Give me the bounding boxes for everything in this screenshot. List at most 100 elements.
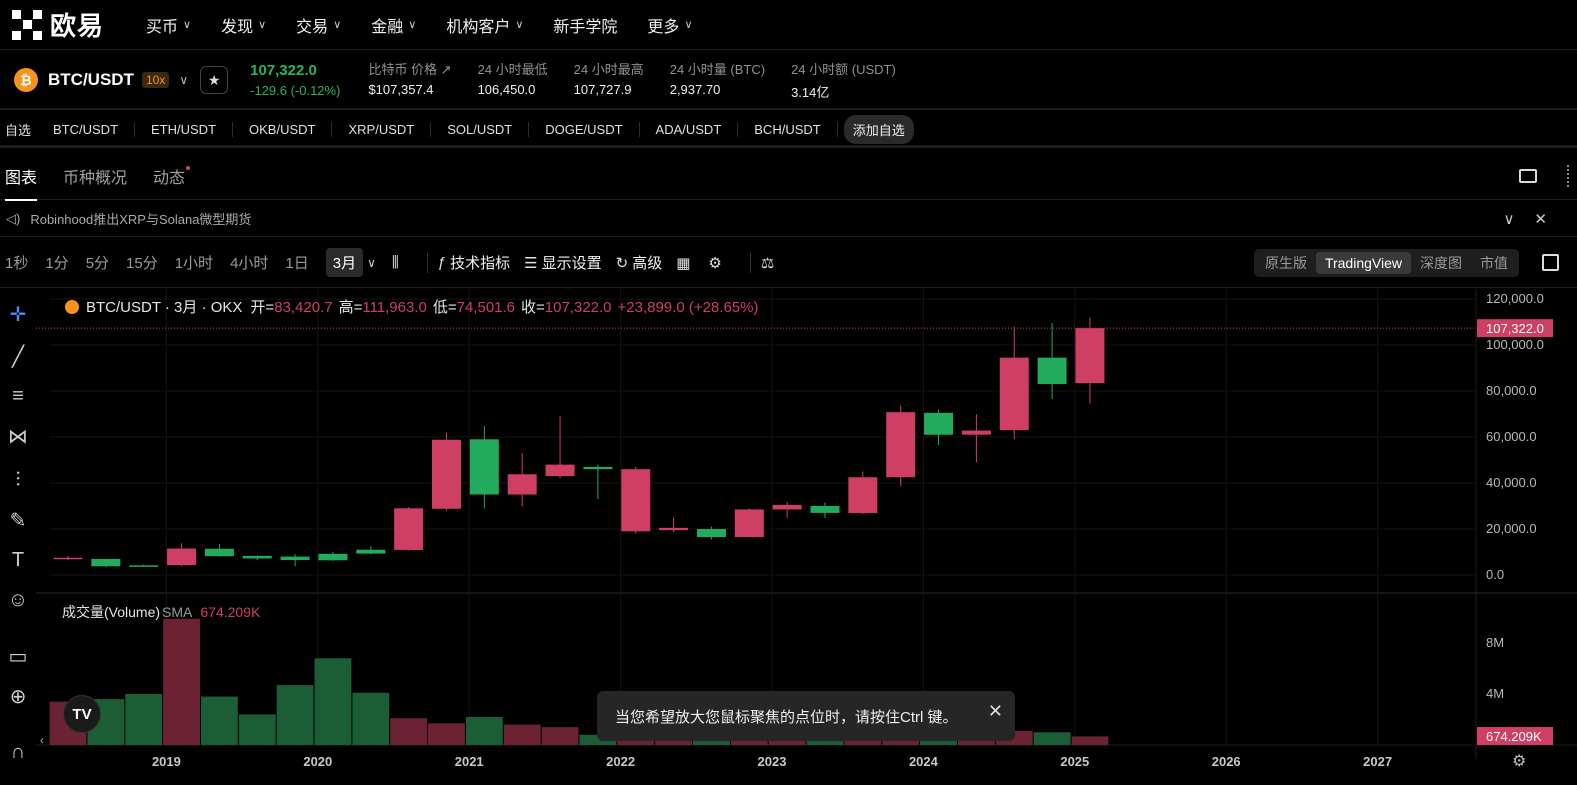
favorite-pair[interactable]: DOGE/USDT bbox=[529, 122, 640, 137]
candle-body bbox=[167, 548, 197, 566]
zoom-in-icon[interactable]: ⊕ bbox=[4, 682, 32, 710]
view-option[interactable]: 深度图 bbox=[1411, 250, 1471, 276]
resize-handle-icon[interactable] bbox=[1567, 165, 1571, 187]
nav-item-5[interactable]: 新手学院 bbox=[553, 13, 617, 37]
chart-toolbar: 1秒 1分 5分 15分 1小时 4小时 1日 3月 ∨ ⫼ ƒ 技术指标 ☰ 显示设置 ↻ 高级… bbox=[0, 238, 1577, 288]
favorite-pair[interactable]: XRP/USDT bbox=[332, 122, 432, 137]
add-favorite-button[interactable]: 添加自选 bbox=[843, 115, 914, 144]
volume-bar bbox=[200, 696, 238, 745]
candle bbox=[924, 409, 954, 446]
price-tick-label: 20,000.0 bbox=[1486, 521, 1537, 536]
settings-button[interactable]: ⚙ bbox=[708, 254, 725, 272]
candle bbox=[507, 453, 537, 507]
timeframe-option[interactable]: 1日 bbox=[285, 252, 308, 273]
volume-bar bbox=[163, 618, 200, 745]
candle-body bbox=[318, 553, 348, 561]
chevron-down-icon: ∨ bbox=[183, 19, 192, 31]
calendar-icon: ▦ bbox=[676, 254, 691, 272]
nav-item-label: 发现 bbox=[221, 18, 254, 36]
emoji-icon[interactable]: ☺ bbox=[4, 586, 32, 614]
tab-coin-overview[interactable]: 币种概况 bbox=[63, 152, 127, 200]
magnet-icon[interactable]: ∩ bbox=[4, 738, 32, 766]
crosshair-icon[interactable]: ✛ bbox=[4, 300, 32, 328]
okx-logo[interactable]: 欧易 bbox=[12, 6, 104, 43]
nav-item-0[interactable]: 买币 ∨ bbox=[146, 13, 191, 37]
favorite-pair[interactable]: BTC/USDT bbox=[31, 122, 136, 137]
nav-item-6[interactable]: 更多 ∨ bbox=[647, 13, 692, 37]
favorite-star-button[interactable]: ★ bbox=[200, 66, 229, 94]
chevron-down-icon: ∨ bbox=[333, 19, 342, 31]
advanced-button[interactable]: ↻ 高级 bbox=[616, 252, 663, 273]
chevron-down-icon[interactable]: ∨ bbox=[367, 256, 376, 270]
timeframe-option[interactable]: 1分 bbox=[45, 252, 68, 273]
chart-type-button[interactable]: ⫼ bbox=[392, 254, 403, 271]
candle bbox=[659, 517, 689, 533]
favorite-pair[interactable]: ADA/USDT bbox=[640, 122, 739, 137]
calendar-button[interactable]: ▦ bbox=[676, 254, 694, 272]
nav-item-4[interactable]: 机构客户 ∨ bbox=[446, 13, 523, 37]
ticker-stats: 比特币 价格 ↗ $107,357.4 24 小时最低 106,450.0 24 小时最… bbox=[342, 59, 895, 101]
timeframe-list: 1秒 1分 5分 15分 1小时 4小时 1日 bbox=[0, 252, 321, 273]
trend-line-icon[interactable]: ╱ bbox=[4, 342, 32, 370]
favorite-pair[interactable]: OKB/USDT bbox=[233, 122, 333, 137]
favorite-pair[interactable]: ETH/USDT bbox=[135, 122, 234, 137]
tradingview-logo[interactable]: TV bbox=[63, 695, 101, 733]
indicators-button[interactable]: ƒ 技术指标 bbox=[438, 252, 510, 273]
horizontal-lines-icon[interactable]: ≡ bbox=[4, 382, 32, 410]
chart-view-switcher: 原生版 TradingView 深度图 市值 bbox=[1253, 249, 1519, 277]
close-icon[interactable]: ✕ bbox=[1534, 210, 1547, 228]
stat-value: 3.14亿 bbox=[791, 85, 830, 100]
favorite-pair[interactable]: BCH/USDT bbox=[738, 122, 838, 137]
tab-chart[interactable]: 图表 bbox=[5, 152, 38, 201]
fib-icon[interactable]: ⫶ bbox=[4, 466, 32, 494]
timeframe-option[interactable]: 5分 bbox=[86, 252, 109, 273]
volume-bar bbox=[1071, 736, 1109, 745]
stat-value: 2,937.70 bbox=[669, 82, 721, 97]
pattern-icon[interactable]: ⋈ bbox=[4, 422, 32, 450]
compare-button[interactable]: ⚖ bbox=[761, 254, 778, 272]
timeframe-option[interactable]: 15分 bbox=[126, 252, 158, 273]
stat-label: 24 小时最高 bbox=[573, 62, 644, 77]
collapse-toolbar-icon[interactable]: ‹ bbox=[40, 733, 44, 747]
timeframe-active[interactable]: 3月 bbox=[325, 248, 364, 277]
candle bbox=[167, 543, 197, 567]
timeframe-option[interactable]: 1秒 bbox=[5, 252, 28, 273]
timeframe-option[interactable]: 4小时 bbox=[230, 252, 268, 273]
brush-icon[interactable]: ✎ bbox=[4, 506, 32, 534]
ruler-icon[interactable]: ▭ bbox=[4, 642, 32, 670]
gear-icon: ⚙ bbox=[708, 254, 722, 272]
tab-news-feed[interactable]: 动态 bbox=[153, 152, 191, 200]
chevron-down-icon[interactable]: ∨ bbox=[1503, 210, 1514, 228]
window-layout-icon[interactable] bbox=[1519, 169, 1537, 183]
price-change: -129.6 (-0.12%) bbox=[250, 83, 341, 98]
time-tick-label: 2026 bbox=[1212, 754, 1241, 769]
news-banner: ◁) Robinhood推出XRP与Solana微型期货 ∨ ✕ bbox=[0, 201, 1577, 237]
nav-item-2[interactable]: 交易 ∨ bbox=[296, 13, 341, 37]
candle-body bbox=[394, 508, 424, 550]
candlestick-icon: ⫼ bbox=[391, 254, 399, 271]
fullscreen-icon[interactable] bbox=[1542, 254, 1559, 271]
last-price: 107,322.0 bbox=[250, 62, 317, 79]
stat-value: 106,450.0 bbox=[477, 82, 536, 97]
news-text[interactable]: Robinhood推出XRP与Solana微型期货 bbox=[30, 209, 251, 228]
nav-item-1[interactable]: 发现 ∨ bbox=[221, 13, 266, 37]
view-option[interactable]: 市值 bbox=[1471, 250, 1517, 276]
view-option[interactable]: 原生版 bbox=[1256, 250, 1316, 276]
candle-body bbox=[621, 469, 651, 532]
candle-body bbox=[810, 506, 840, 513]
volume-bar bbox=[1033, 732, 1071, 745]
axis-settings-icon[interactable]: ⚙ bbox=[1512, 751, 1526, 770]
stat-label[interactable]: 比特币 价格 ↗ bbox=[368, 59, 451, 78]
nav-item-3[interactable]: 金融 ∨ bbox=[371, 13, 416, 37]
view-option[interactable]: TradingView bbox=[1315, 252, 1411, 274]
chevron-down-icon[interactable]: ∨ bbox=[179, 73, 188, 87]
display-settings-button[interactable]: ☰ 显示设置 bbox=[524, 252, 601, 273]
pair-name[interactable]: BTC/USDT bbox=[48, 70, 134, 90]
close-icon[interactable]: ✕ bbox=[988, 701, 1003, 722]
time-tick-label: 2019 bbox=[152, 754, 181, 769]
volume-tick-label: 4M bbox=[1486, 686, 1504, 701]
text-tool-icon[interactable]: T bbox=[4, 546, 32, 574]
time-tick-label: 2025 bbox=[1060, 754, 1089, 769]
timeframe-option[interactable]: 1小时 bbox=[175, 252, 213, 273]
favorite-pair[interactable]: SOL/USDT bbox=[431, 122, 530, 137]
